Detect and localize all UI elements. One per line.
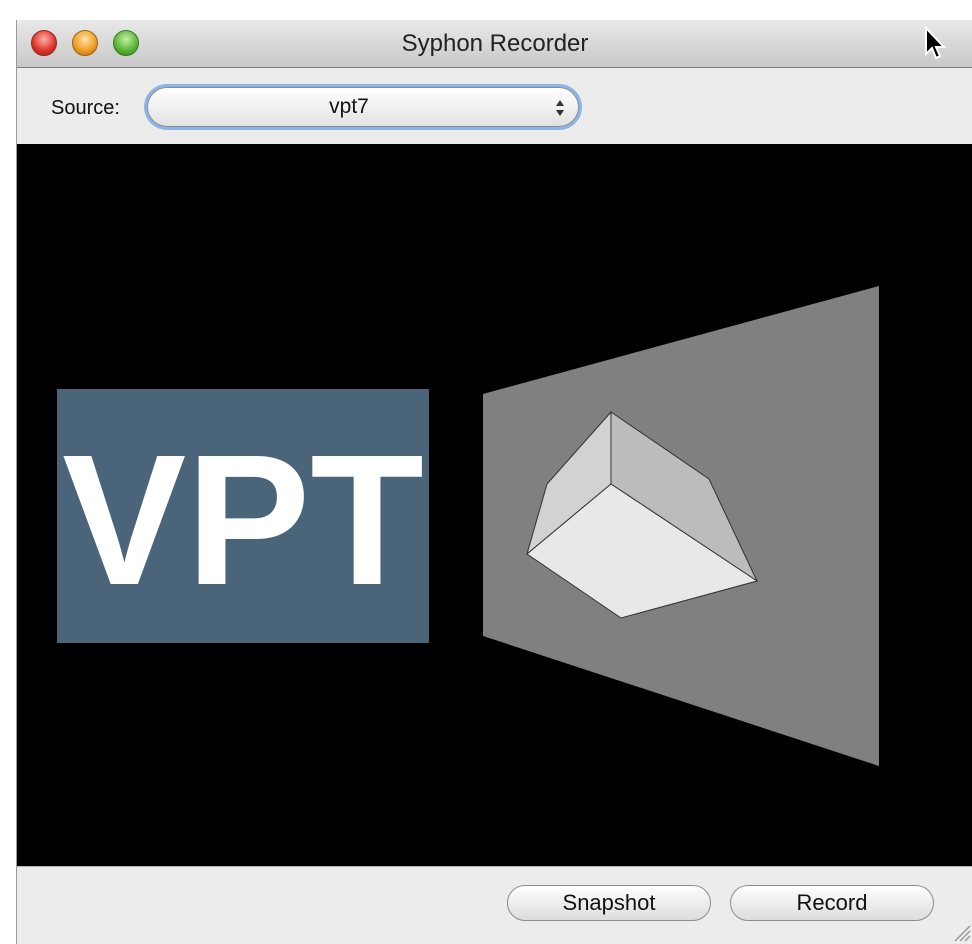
action-bar: Snapshot Record	[17, 866, 972, 944]
resize-grip-icon[interactable]	[951, 922, 971, 942]
desktop-strip	[0, 0, 972, 20]
video-preview: VPT	[17, 144, 972, 866]
source-select-value: vpt7	[329, 95, 369, 118]
source-toolbar: Source: vpt7	[17, 68, 972, 144]
snapshot-button[interactable]: Snapshot	[507, 885, 711, 921]
updown-arrows-icon	[556, 100, 564, 116]
cursor-icon	[925, 26, 947, 60]
preview-scene: VPT	[57, 286, 879, 766]
record-button[interactable]: Record	[730, 885, 934, 921]
app-window: Syphon Recorder Source: vpt7 VPT Snapsho…	[16, 20, 972, 944]
window-title: Syphon Recorder	[401, 30, 589, 57]
source-select[interactable]: vpt7	[147, 87, 579, 127]
title-bar[interactable]: Syphon Recorder	[17, 20, 972, 68]
vpt-logo-text: VPT	[62, 417, 424, 624]
source-label: Source:	[51, 97, 120, 119]
